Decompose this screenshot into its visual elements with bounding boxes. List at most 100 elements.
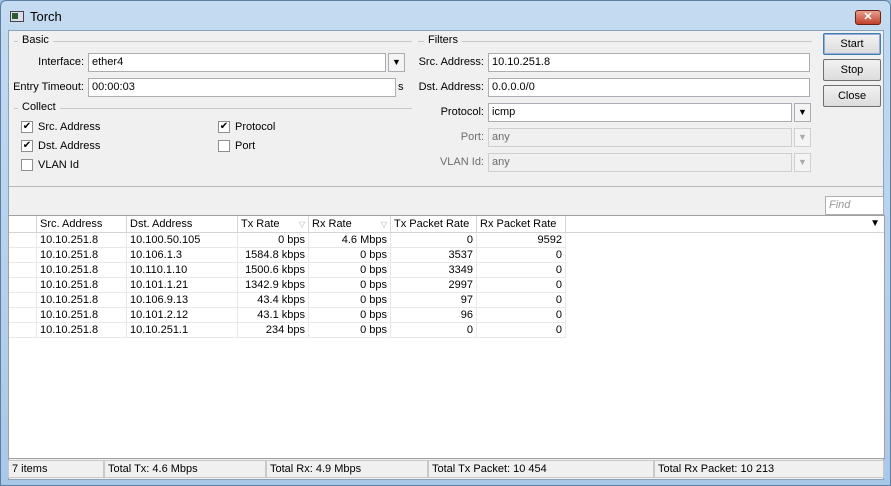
table-cell: 3349 (391, 263, 477, 278)
row-gutter (9, 233, 37, 248)
table-cell: 0 (477, 248, 566, 263)
collect-src-address-checkbox[interactable]: ✔ (21, 121, 33, 133)
column-header-src-address[interactable]: Src. Address (37, 216, 127, 233)
stop-button[interactable]: Stop (823, 59, 881, 81)
collect-port-checkbox[interactable] (218, 140, 230, 152)
column-header-rx-rate[interactable]: Rx Rate ▽ (309, 216, 391, 233)
sort-icon: ▽ (380, 220, 387, 229)
table-cell: 0 (477, 278, 566, 293)
port-field[interactable]: any (488, 128, 792, 147)
filters-divider (418, 41, 812, 42)
table-cell: 0 bps (309, 263, 391, 278)
table-cell: 10.10.251.8 (37, 263, 127, 278)
protocol-label: Protocol: (440, 106, 484, 118)
table-cell: 0 (477, 263, 566, 278)
port-dropdown-icon[interactable]: ▼ (794, 128, 811, 147)
window-close-button[interactable]: ✕ (855, 10, 881, 25)
table-row[interactable]: 10.10.251.8 10.101.1.21 1342.9 kbps 0 bps 29… (9, 278, 566, 293)
table-cell: 0 bps (309, 308, 391, 323)
header-blank (9, 216, 37, 233)
close-button[interactable]: Close (823, 85, 881, 107)
protocol-field[interactable]: icmp (488, 103, 792, 122)
window-title: Torch (30, 9, 62, 24)
filters-group-label: Filters (424, 34, 462, 46)
table-cell: 0 bps (309, 278, 391, 293)
row-gutter (9, 293, 37, 308)
table-cell: 1342.9 kbps (238, 278, 309, 293)
protocol-dropdown-icon[interactable]: ▼ (794, 103, 811, 122)
collect-src-address-label: Src. Address (38, 121, 101, 133)
table-row[interactable]: 10.10.251.8 10.10.251.1 234 bps 0 bps 0 0 (9, 323, 566, 338)
column-menu-icon[interactable]: ▼ (870, 216, 880, 232)
table-cell: 97 (391, 293, 477, 308)
table-cell: 10.10.251.8 (37, 293, 127, 308)
status-total-rx: Total Rx: 4.9 Mbps (266, 460, 428, 478)
column-header-tx-rate[interactable]: Tx Rate ▽ (238, 216, 309, 233)
basic-group-label: Basic (18, 34, 53, 46)
table-row[interactable]: 10.10.251.8 10.100.50.105 0 bps 4.6 Mbps 0 95… (9, 233, 566, 248)
table-cell: 43.1 kbps (238, 308, 309, 323)
table-cell: 10.106.1.3 (127, 248, 238, 263)
collect-dst-address-checkbox[interactable]: ✔ (21, 140, 33, 152)
table-cell: 10.10.251.8 (37, 323, 127, 338)
collect-vlan-id-checkbox[interactable] (21, 159, 33, 171)
table-cell: 10.10.251.8 (37, 278, 127, 293)
table-cell: 10.110.1.10 (127, 263, 238, 278)
table-cell: 1500.6 kbps (238, 263, 309, 278)
table-cell: 0 (391, 323, 477, 338)
start-button[interactable]: Start (823, 33, 881, 55)
table-cell: 43.4 kbps (238, 293, 309, 308)
table-cell: 10.101.1.21 (127, 278, 238, 293)
table-cell: 96 (391, 308, 477, 323)
table-cell: 9592 (477, 233, 566, 248)
interface-label: Interface: (38, 56, 84, 68)
torch-table: Src. Address Dst. Address Tx Rate ▽ Rx Rate ▽… (8, 215, 885, 459)
table-cell: 10.100.50.105 (127, 233, 238, 248)
row-gutter (9, 323, 37, 338)
table-cell: 0 (391, 233, 477, 248)
status-total-rx-packet: Total Rx Packet: 10 213 (654, 460, 884, 478)
table-cell: 1584.8 kbps (238, 248, 309, 263)
sort-icon: ▽ (298, 220, 305, 229)
entry-timeout-label: Entry Timeout: (13, 81, 84, 93)
find-input[interactable]: Find (825, 196, 884, 215)
collect-protocol-checkbox[interactable]: ✔ (218, 121, 230, 133)
dst-address-field[interactable]: 0.0.0.0/0 (488, 78, 810, 97)
section-divider (9, 186, 883, 187)
row-gutter (9, 248, 37, 263)
table-cell: 0 (477, 293, 566, 308)
table-cell: 0 bps (309, 293, 391, 308)
entry-timeout-field[interactable]: 00:00:03 (88, 78, 396, 97)
vlan-id-field[interactable]: any (488, 153, 792, 172)
table-cell: 0 bps (238, 233, 309, 248)
table-row[interactable]: 10.10.251.8 10.106.1.3 1584.8 kbps 0 bps 353… (9, 248, 566, 263)
dst-address-label: Dst. Address: (418, 81, 484, 93)
table-cell: 4.6 Mbps (309, 233, 391, 248)
vlan-id-dropdown-icon[interactable]: ▼ (794, 153, 811, 172)
table-cell: 10.10.251.8 (37, 248, 127, 263)
collect-divider (14, 108, 412, 109)
table-cell: 0 bps (309, 248, 391, 263)
status-items: 7 items (8, 460, 104, 478)
column-header-tx-packet-rate[interactable]: Tx Packet Rate (391, 216, 477, 233)
collect-vlan-id-label: VLAN Id (38, 159, 79, 171)
table-cell: 10.106.9.13 (127, 293, 238, 308)
table-cell: 0 (477, 308, 566, 323)
table-row[interactable]: 10.10.251.8 10.110.1.10 1500.6 kbps 0 bps 33… (9, 263, 566, 278)
src-address-field[interactable]: 10.10.251.8 (488, 53, 810, 72)
port-label: Port: (460, 131, 484, 143)
table-row[interactable]: 10.10.251.8 10.101.2.12 43.1 kbps 0 bps 96 0 (9, 308, 566, 323)
table-cell: 10.101.2.12 (127, 308, 238, 323)
table-cell: 0 (477, 323, 566, 338)
column-header-rx-packet-rate[interactable]: Rx Packet Rate (477, 216, 566, 233)
src-address-label: Src. Address: (418, 56, 484, 68)
column-header-dst-address[interactable]: Dst. Address (127, 216, 238, 233)
collect-group-label: Collect (18, 101, 60, 113)
row-gutter (9, 308, 37, 323)
interface-field[interactable]: ether4 (88, 53, 386, 72)
table-cell: 2997 (391, 278, 477, 293)
row-gutter (9, 278, 37, 293)
table-cell: 0 bps (309, 323, 391, 338)
table-row[interactable]: 10.10.251.8 10.106.9.13 43.4 kbps 0 bps 97 0 (9, 293, 566, 308)
table-cell: 10.10.251.8 (37, 308, 127, 323)
